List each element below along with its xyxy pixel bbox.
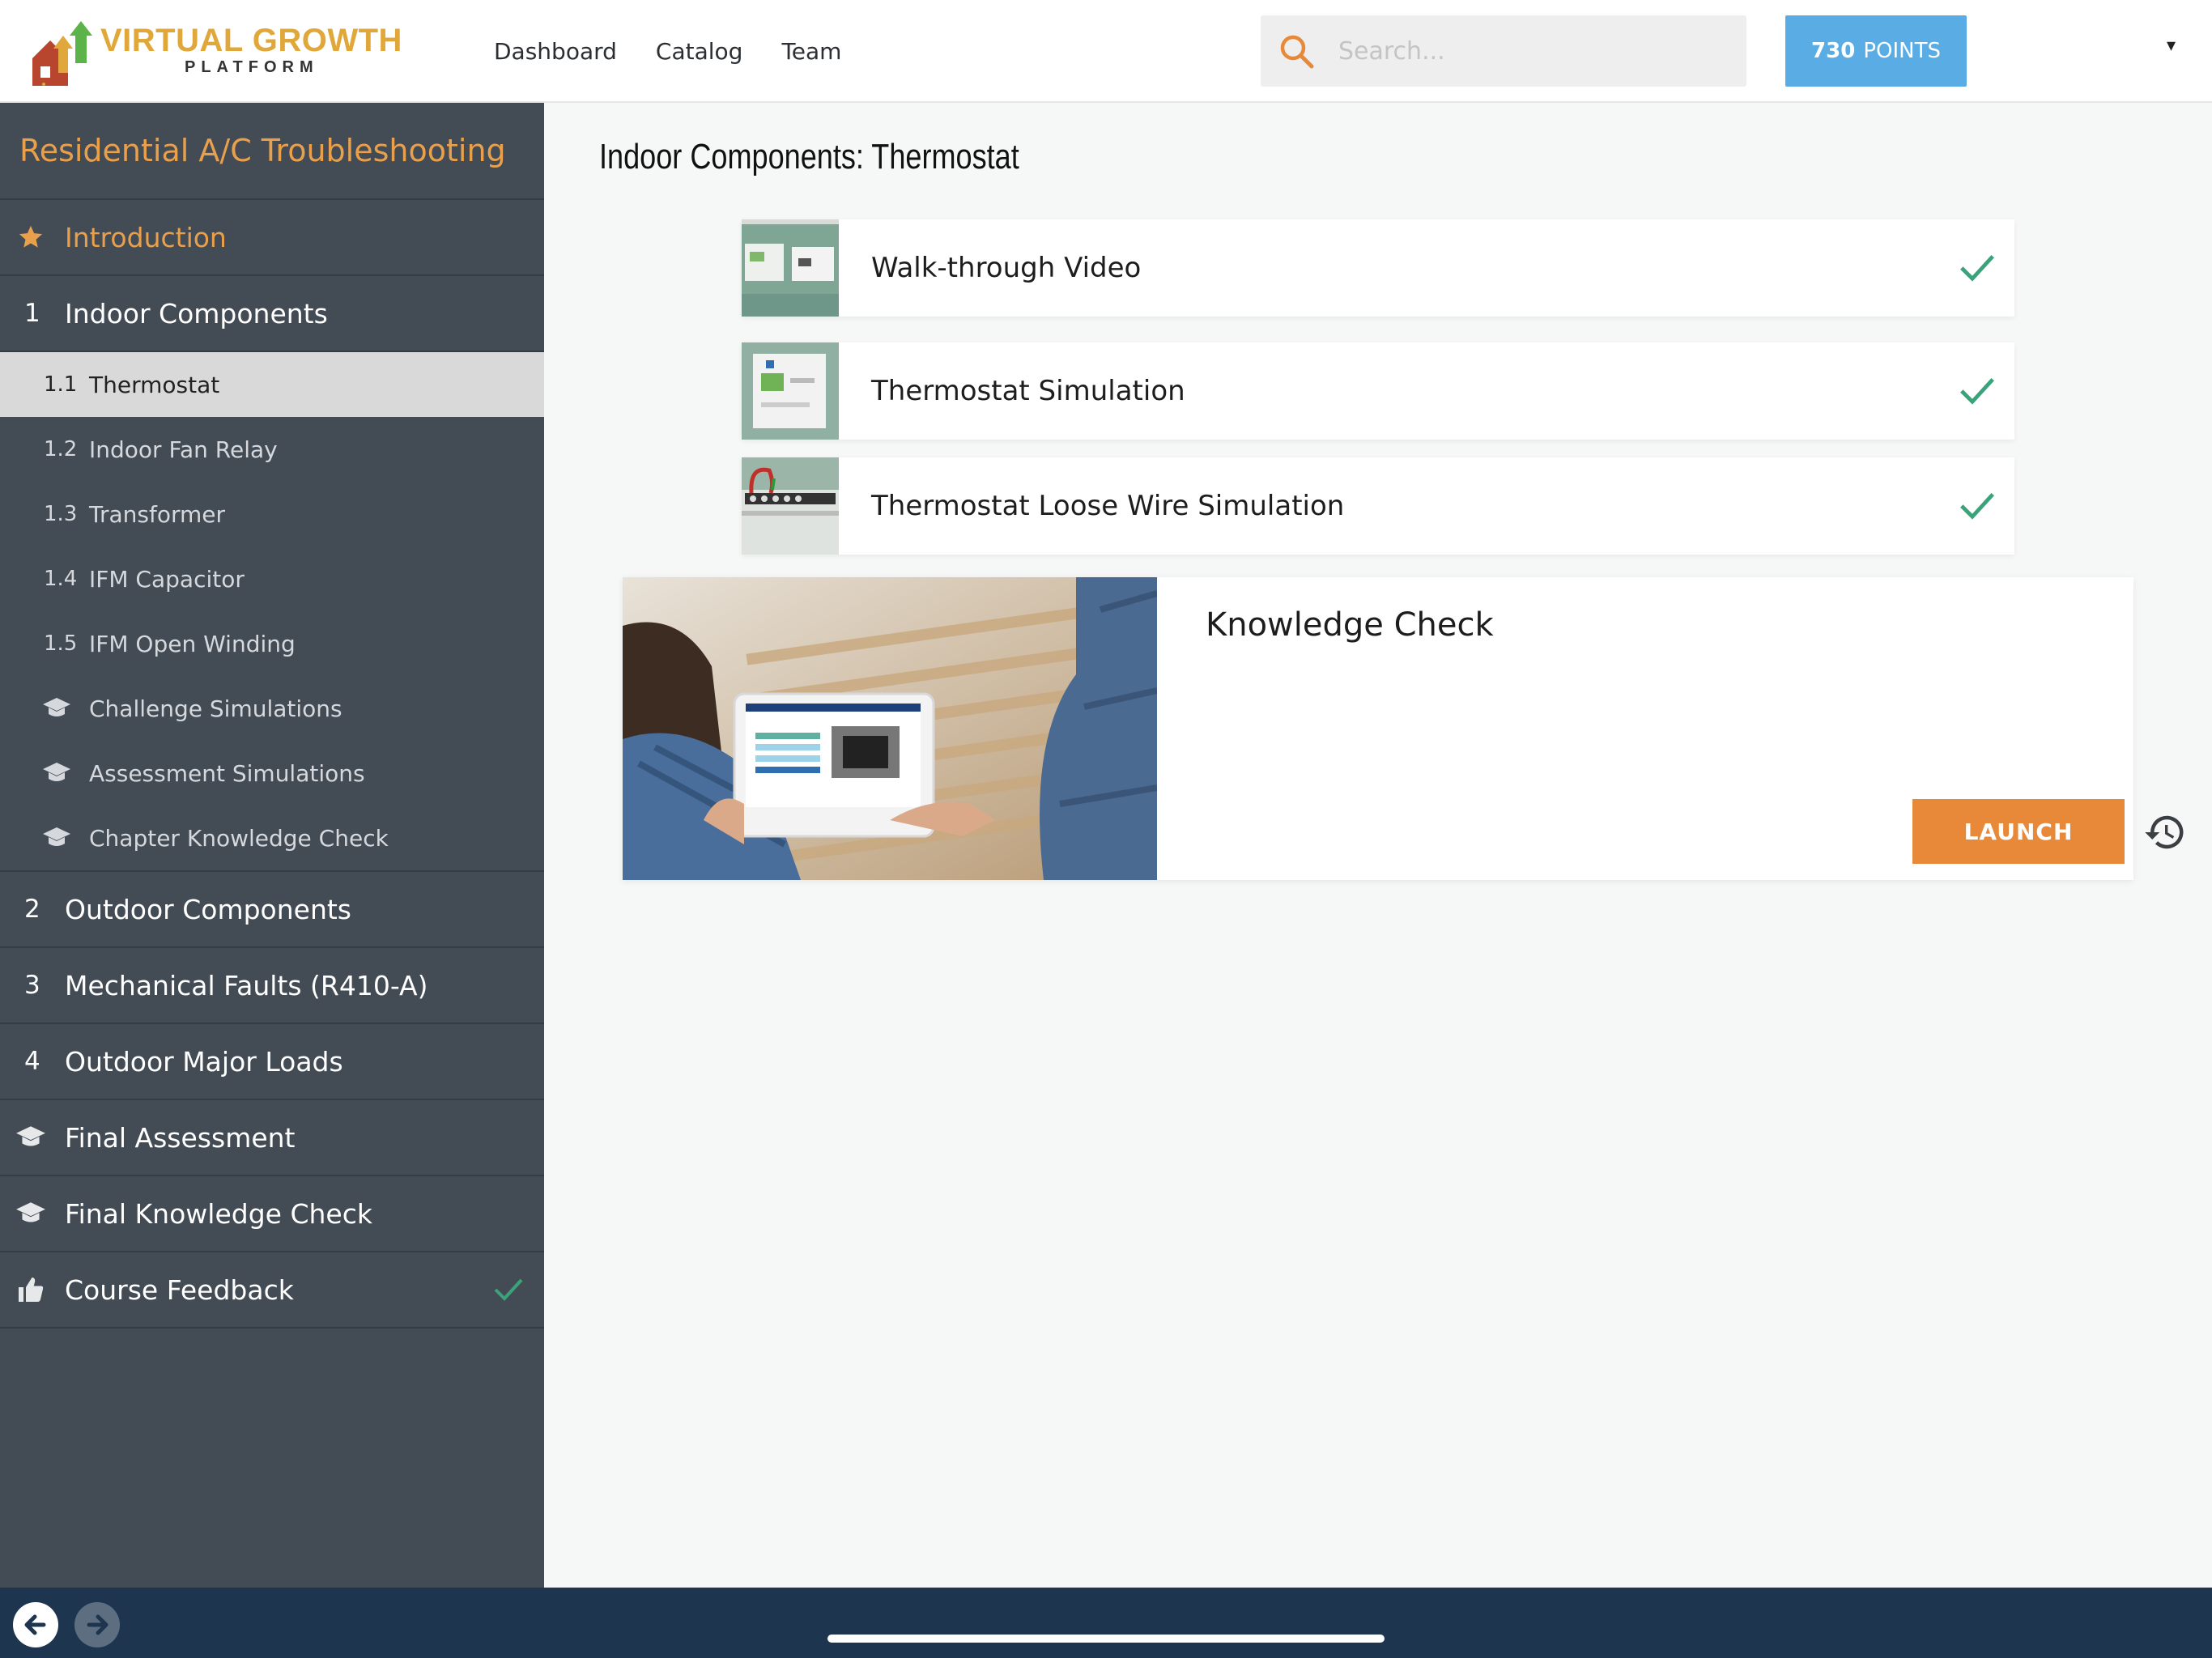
browser-bottom-bar [0,1588,2212,1658]
subitem-label: IFM Open Winding [89,630,296,657]
thermostat-simulation-thumbnail [742,342,839,440]
sidebar-subitem-assessment-simulations[interactable]: Assessment Simulations [0,741,544,806]
graduation-cap-icon [0,826,89,850]
sidebar-item-label: Indoor Components [65,297,328,329]
completed-check-icon [1960,492,1994,520]
forward-arrow-icon[interactable] [73,1601,121,1649]
logo-house-arrows-icon [32,21,92,86]
chapter-number: 2 [24,895,40,924]
back-arrow-icon[interactable] [11,1601,60,1649]
subitem-number: 1.3 [44,502,78,526]
activity-label: Thermostat Simulation [871,375,1185,407]
subitem-label: Thermostat [89,371,220,398]
sidebar-item-label: Final Assessment [65,1121,296,1154]
chapter-1-sublist: 1.1 Thermostat 1.2 Indoor Fan Relay 1.3 … [0,352,544,872]
page-title: Indoor Components: Thermostat [599,137,1019,176]
subitem-number: 1.5 [44,631,78,656]
subitem-label: IFM Capacitor [89,565,245,593]
nav-catalog[interactable]: Catalog [656,38,743,65]
subitem-number: 1.4 [44,567,78,591]
sidebar-subitem-indoor-fan-relay[interactable]: 1.2 Indoor Fan Relay [0,417,544,482]
logo-title: VIRTUAL GROWTH [100,23,402,58]
launch-button[interactable]: LAUNCH [1912,799,2125,864]
course-sidebar: Residential A/C Troubleshooting Introduc… [0,103,544,1588]
chapter-number: 1 [24,299,40,328]
sidebar-item-label: Introduction [65,221,227,253]
sidebar-subitem-transformer[interactable]: 1.3 Transformer [0,482,544,546]
history-icon[interactable] [2143,810,2187,854]
user-menu-dropdown-icon[interactable]: ▾ [2167,36,2176,56]
activity-thermostat-loose-wire-simulation[interactable]: Thermostat Loose Wire Simulation [742,457,2014,555]
subitem-number: 1.2 [44,437,78,461]
top-header: VIRTUAL GROWTH PLATFORM Dashboard Catalo… [0,0,2212,103]
points-label: POINTS [1863,39,1941,63]
points-value: 730 [1811,39,1856,63]
course-title: Residential A/C Troubleshooting [0,103,544,200]
subitem-label: Chapter Knowledge Check [89,824,389,852]
subitem-label: Assessment Simulations [89,759,365,787]
loose-wire-simulation-thumbnail [742,457,839,555]
sidebar-item-label: Outdoor Major Loads [65,1045,343,1078]
sidebar-subitem-chapter-knowledge-check[interactable]: Chapter Knowledge Check [0,806,544,870]
nav-dashboard[interactable]: Dashboard [494,38,617,65]
star-icon [0,223,65,251]
chapter-number: 3 [24,971,40,1000]
home-indicator[interactable] [827,1635,1385,1643]
logo-subtitle: PLATFORM [185,58,319,76]
completed-check-icon [1960,377,1994,405]
sidebar-item-introduction[interactable]: Introduction [0,200,544,276]
nav-team[interactable]: Team [781,38,841,65]
activity-label: Walk-through Video [871,252,1142,284]
search-input[interactable] [1338,15,1735,87]
sidebar-item-label: Course Feedback [65,1273,294,1306]
graduation-cap-icon [0,1124,65,1150]
activity-walkthrough-video[interactable]: Walk-through Video [742,219,2014,317]
subitem-label: Challenge Simulations [89,695,342,722]
sidebar-chapter-indoor-components[interactable]: 1 Indoor Components [0,276,544,352]
activity-thermostat-simulation[interactable]: Thermostat Simulation [742,342,2014,440]
main-nav: Dashboard Catalog Team [494,0,841,103]
sidebar-item-final-assessment[interactable]: Final Assessment [0,1100,544,1176]
sidebar-item-course-feedback[interactable]: Course Feedback [0,1252,544,1329]
sidebar-subitem-challenge-simulations[interactable]: Challenge Simulations [0,676,544,741]
sidebar-subitem-thermostat[interactable]: 1.1 Thermostat [0,352,544,417]
graduation-cap-icon [0,696,89,721]
walkthrough-video-thumbnail [742,219,839,317]
subitem-label: Indoor Fan Relay [89,436,278,463]
knowledge-check-title: Knowledge Check [1206,606,1494,644]
sidebar-item-label: Outdoor Components [65,893,351,925]
search-box [1261,15,1746,87]
graduation-cap-icon [0,761,89,785]
sidebar-subitem-ifm-open-winding[interactable]: 1.5 IFM Open Winding [0,611,544,676]
sidebar-item-label: Final Knowledge Check [65,1197,372,1230]
sidebar-item-final-knowledge-check[interactable]: Final Knowledge Check [0,1176,544,1252]
subitem-label: Transformer [89,500,226,528]
sidebar-item-label: Mechanical Faults (R410-A) [65,969,428,1001]
activity-label: Thermostat Loose Wire Simulation [871,490,1345,522]
completed-check-icon [494,1278,523,1301]
chapter-number: 4 [24,1047,40,1076]
graduation-cap-icon [0,1201,65,1226]
points-button[interactable]: 730 POINTS [1785,15,1967,87]
search-icon[interactable] [1277,32,1316,70]
knowledge-check-card: Knowledge Check LAUNCH [623,577,2184,880]
virtual-growth-logo[interactable]: VIRTUAL GROWTH PLATFORM [29,15,410,87]
sidebar-chapter-mechanical-faults[interactable]: 3 Mechanical Faults (R410-A) [0,948,544,1024]
sidebar-chapter-outdoor-major-loads[interactable]: 4 Outdoor Major Loads [0,1024,544,1100]
thumbs-up-icon [0,1275,65,1304]
completed-check-icon [1960,254,1994,282]
main-content: Indoor Components: Thermostat Walk-throu… [544,103,2212,1588]
sidebar-subitem-ifm-capacitor[interactable]: 1.4 IFM Capacitor [0,546,544,611]
subitem-number: 1.1 [44,372,78,397]
knowledge-check-image [623,577,1157,880]
sidebar-chapter-outdoor-components[interactable]: 2 Outdoor Components [0,872,544,948]
